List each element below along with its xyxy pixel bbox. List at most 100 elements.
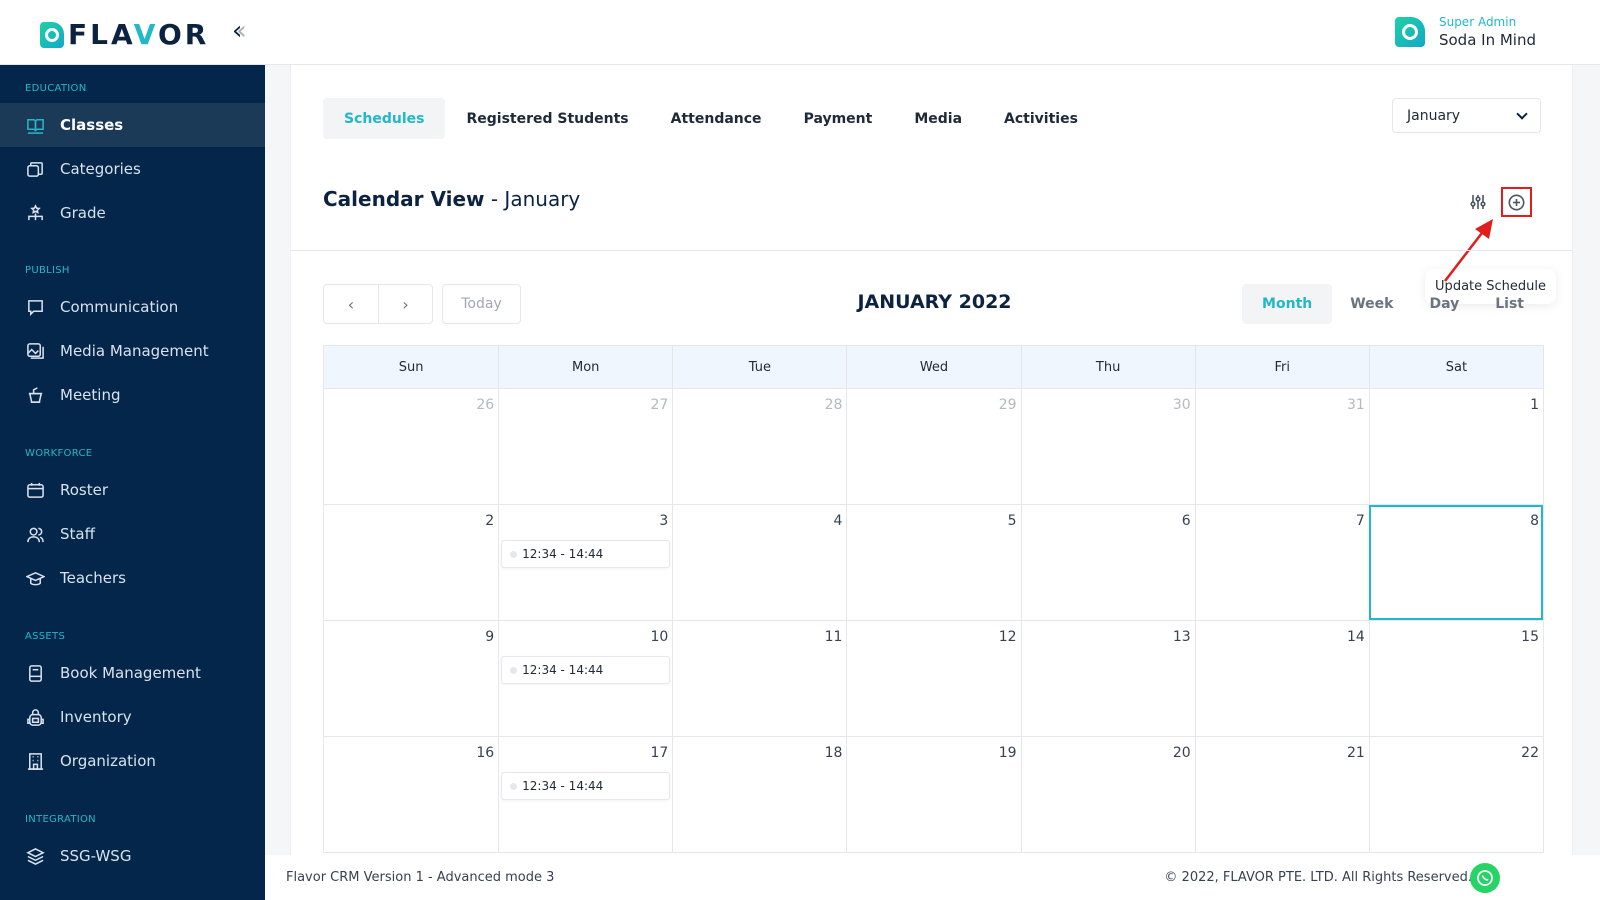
day-number[interactable]: 8 (1530, 513, 1539, 529)
calendar-day[interactable]: 14 (1194, 621, 1369, 736)
day-number[interactable]: 17 (650, 745, 668, 761)
tab-media[interactable]: Media (893, 98, 983, 139)
calendar-day[interactable]: 4 (672, 505, 846, 620)
month-select[interactable]: January (1392, 98, 1541, 133)
calendar-day[interactable]: 1 (1368, 389, 1543, 504)
calendar-day-today[interactable]: 8 (1368, 505, 1543, 620)
day-number[interactable]: 31 (1347, 397, 1365, 413)
calendar-event[interactable]: 12:34 - 14:44 (501, 540, 671, 568)
calendar-day[interactable]: 13 (1020, 621, 1195, 736)
sidebar-item-media-management[interactable]: Media Management (0, 329, 265, 373)
sidebar-item-communication[interactable]: Communication (0, 285, 265, 329)
sidebar-item-roster[interactable]: Roster (0, 468, 265, 512)
day-number[interactable]: 22 (1521, 745, 1539, 761)
tab-schedules[interactable]: Schedules (323, 98, 446, 139)
day-number[interactable]: 15 (1521, 629, 1539, 645)
calendar-day[interactable]: 22 (1368, 737, 1543, 852)
view-month-button[interactable]: Month (1242, 284, 1333, 324)
today-button[interactable]: Today (442, 284, 521, 324)
day-number[interactable]: 27 (650, 397, 668, 413)
tab-payment[interactable]: Payment (783, 98, 894, 139)
tab-attendance[interactable]: Attendance (650, 98, 783, 139)
day-number[interactable]: 7 (1356, 513, 1365, 529)
tab-registered-students[interactable]: Registered Students (445, 98, 649, 139)
user-profile[interactable]: Super Admin Soda In Mind (1394, 14, 1536, 50)
calendar-day[interactable]: 28 (672, 389, 846, 504)
calendar-day[interactable]: 30 (1020, 389, 1195, 504)
day-number[interactable]: 1 (1530, 397, 1539, 413)
sidebar-item-grade[interactable]: Grade (0, 191, 265, 235)
sliders-icon[interactable] (1468, 192, 1488, 212)
calendar-day[interactable]: 27 (498, 389, 672, 504)
view-day-button[interactable]: Day (1411, 284, 1477, 324)
calendar-day[interactable]: 31 (1194, 389, 1369, 504)
sidebar-item-ssg-wsg[interactable]: SSG-WSG (0, 834, 265, 878)
day-number[interactable]: 26 (476, 397, 494, 413)
sidebar-item-book-management[interactable]: Book Management (0, 651, 265, 695)
calendar-day[interactable]: 10 12:34 - 14:44 (498, 621, 672, 736)
event-time: 12:34 - 14:44 (522, 663, 604, 677)
day-number[interactable]: 3 (659, 513, 668, 529)
calendar-day[interactable]: 3 12:34 - 14:44 (498, 505, 672, 620)
weekday-tue: Tue (672, 346, 846, 388)
sidebar-item-staff[interactable]: Staff (0, 512, 265, 556)
calendar-day[interactable]: 26 (324, 389, 498, 504)
calendar-day[interactable]: 16 (324, 737, 498, 852)
day-number[interactable]: 30 (1173, 397, 1191, 413)
sidebar-item-classes[interactable]: Classes (0, 103, 265, 147)
day-number[interactable]: 2 (485, 513, 494, 529)
view-list-button[interactable]: List (1477, 284, 1542, 324)
day-number[interactable]: 14 (1347, 629, 1365, 645)
sidebar-item-teachers[interactable]: Teachers (0, 556, 265, 600)
calendar-event[interactable]: 12:34 - 14:44 (501, 772, 671, 800)
sidebar-item-meeting[interactable]: Meeting (0, 373, 265, 417)
sidebar-item-inventory[interactable]: Inventory (0, 695, 265, 739)
sidebar-item-label: Classes (60, 116, 124, 134)
calendar-day[interactable]: 12 (846, 621, 1020, 736)
day-number[interactable]: 16 (476, 745, 494, 761)
next-button[interactable]: › (378, 285, 432, 323)
prev-button[interactable]: ‹ (324, 285, 378, 323)
day-number[interactable]: 29 (999, 397, 1017, 413)
calendar-day[interactable]: 2 (324, 505, 498, 620)
calendar-day[interactable]: 18 (672, 737, 846, 852)
calendar-day[interactable]: 20 (1020, 737, 1195, 852)
whatsapp-icon[interactable] (1470, 862, 1500, 893)
double-chevron-left-icon[interactable]: ‹‹ (232, 18, 247, 44)
calendar-day[interactable]: 7 (1194, 505, 1369, 620)
calendar-day[interactable]: 5 (846, 505, 1020, 620)
day-number[interactable]: 19 (999, 745, 1017, 761)
day-number[interactable]: 12 (999, 629, 1017, 645)
day-number[interactable]: 6 (1182, 513, 1191, 529)
day-number[interactable]: 21 (1347, 745, 1365, 761)
day-number[interactable]: 11 (825, 629, 843, 645)
calendar-day[interactable]: 11 (672, 621, 846, 736)
day-number[interactable]: 10 (650, 629, 668, 645)
calendar-day[interactable]: 15 (1368, 621, 1543, 736)
logo[interactable]: FLAVOR (40, 18, 209, 51)
day-number[interactable]: 18 (825, 745, 843, 761)
header-actions: Update Schedule (1425, 187, 1556, 304)
day-number[interactable]: 20 (1173, 745, 1191, 761)
day-number[interactable]: 5 (1008, 513, 1017, 529)
view-week-button[interactable]: Week (1332, 284, 1411, 324)
day-number[interactable]: 4 (834, 513, 843, 529)
gallery-icon (25, 341, 45, 361)
sidebar-section-title: PUBLISH (25, 265, 70, 276)
calendar-day[interactable]: 21 (1194, 737, 1369, 852)
tab-activities[interactable]: Activities (983, 98, 1099, 139)
update-schedule-button[interactable] (1501, 187, 1532, 217)
podium-icon (25, 385, 45, 405)
calendar-day[interactable]: 6 (1020, 505, 1195, 620)
graduation-cap-icon (25, 568, 45, 588)
day-number[interactable]: 28 (825, 397, 843, 413)
calendar-day[interactable]: 19 (846, 737, 1020, 852)
day-number[interactable]: 9 (485, 629, 494, 645)
sidebar-item-categories[interactable]: Categories (0, 147, 265, 191)
calendar-day[interactable]: 9 (324, 621, 498, 736)
day-number[interactable]: 13 (1173, 629, 1191, 645)
calendar-day[interactable]: 29 (846, 389, 1020, 504)
calendar-day[interactable]: 17 12:34 - 14:44 (498, 737, 672, 852)
sidebar-item-organization[interactable]: Organization (0, 739, 265, 783)
calendar-event[interactable]: 12:34 - 14:44 (501, 656, 671, 684)
